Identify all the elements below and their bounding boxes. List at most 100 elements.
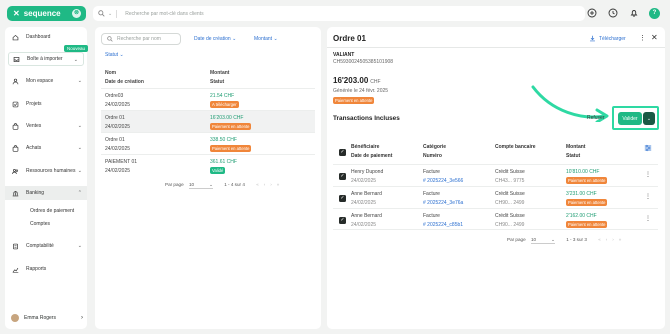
status-badge: Validé bbox=[210, 167, 226, 174]
col-bank: Compte bancaire bbox=[495, 144, 536, 150]
beneficiary: Henry Dupond bbox=[351, 169, 384, 175]
list-search-placeholder: Recherche par nom bbox=[117, 36, 161, 42]
payment-date: 24/02/2025 bbox=[351, 222, 377, 228]
validate-button[interactable]: Valider bbox=[618, 112, 642, 125]
download-button[interactable]: Télécharger bbox=[589, 35, 626, 42]
filter-date-dropdown[interactable]: Date de création ⌄ bbox=[194, 36, 236, 42]
sidebar-item-comptabilite[interactable]: Comptabilité ⌄ bbox=[5, 239, 87, 253]
help-avatar[interactable]: ? bbox=[649, 7, 660, 19]
status-filter-dropdown[interactable]: Statut ⌄ bbox=[105, 52, 124, 58]
order-amount: 338.50 CHF bbox=[210, 137, 237, 143]
row-menu-icon[interactable]: ⋮ bbox=[645, 215, 651, 222]
global-search[interactable]: ⌄ Recherche par mot-clé dans clients bbox=[93, 6, 585, 21]
refuse-button[interactable]: Refuser bbox=[583, 112, 609, 124]
brand-name: sequence bbox=[23, 9, 61, 18]
invoice-link[interactable]: # 2025224_3e566 bbox=[423, 178, 463, 184]
chevron-right-icon: › bbox=[81, 315, 83, 321]
validate-options-button[interactable]: ⌄ bbox=[643, 112, 655, 125]
close-icon[interactable]: ✕ bbox=[651, 33, 658, 42]
row-menu-icon[interactable]: ⋮ bbox=[645, 193, 651, 200]
select-all-checkbox[interactable]: ✓ bbox=[339, 149, 346, 156]
chevron-down-icon: ⌄ bbox=[73, 57, 78, 63]
list-item[interactable]: Ordre03 24/02/2025 21.54 CHF A télécharg… bbox=[101, 88, 315, 110]
checkbox-icon bbox=[11, 100, 19, 108]
workspace-switch-icon[interactable]: ⊗ bbox=[72, 9, 81, 18]
list-item[interactable]: Ordre 01 24/02/2025 338.50 CHF Paiement … bbox=[101, 132, 315, 154]
category: Facture bbox=[423, 191, 440, 197]
row-checkbox[interactable]: ✓ bbox=[339, 195, 346, 202]
row-checkbox[interactable]: ✓ bbox=[339, 217, 346, 224]
bag-icon bbox=[11, 122, 19, 130]
order-name: Ordre03 bbox=[105, 93, 124, 99]
sidebar-item-ressources-humaines[interactable]: Ressources humaines ⌄ bbox=[5, 164, 87, 178]
transactions-pagination: Par page 10 ⌄ 1 - 3 sur 3 «‹›» bbox=[507, 237, 626, 244]
sidebar-item-inbox[interactable]: Boîte à importer ⌄ bbox=[8, 52, 84, 66]
col-payment-date: Date de paiement bbox=[351, 153, 393, 159]
beneficiary: Anne Bernard bbox=[351, 213, 382, 219]
per-page-select[interactable]: 10 ⌄ bbox=[188, 182, 213, 189]
user-menu[interactable]: Emma Rogers › bbox=[11, 313, 83, 323]
order-total-value: 16'203.00 bbox=[333, 76, 369, 85]
more-options-icon[interactable]: ⋮ bbox=[639, 34, 646, 42]
sidebar-item-achats[interactable]: Achats ⌄ bbox=[5, 141, 87, 155]
status-badge: Paiement en attente bbox=[210, 145, 252, 152]
category: Facture bbox=[423, 213, 440, 219]
sidebar-item-dashboard[interactable]: Dashboard bbox=[5, 30, 87, 44]
person-icon bbox=[11, 77, 19, 85]
sidebar-subitem-comptes[interactable]: Comptes bbox=[30, 221, 50, 227]
table-row[interactable]: ✓ Anne Bernard 24/02/2025 Facture # 2025… bbox=[333, 208, 658, 230]
bell-icon[interactable] bbox=[628, 7, 640, 19]
sidebar-item-projets[interactable]: Projets bbox=[5, 97, 87, 111]
sidebar-item-label: Comptabilité bbox=[26, 243, 54, 249]
table-row[interactable]: ✓ Henry Dupond 24/02/2025 Facture # 2025… bbox=[333, 164, 658, 186]
list-item[interactable]: Ordre 01 24/02/2025 16'203.00 CHF Paieme… bbox=[101, 110, 315, 132]
per-page-label: Par page bbox=[507, 237, 526, 242]
sidebar-item-label: Banking bbox=[26, 190, 45, 196]
divider bbox=[327, 47, 665, 48]
beneficiary: Anne Bernard bbox=[351, 191, 382, 197]
page-range: 1 - 3 sur 3 bbox=[566, 237, 587, 242]
sidebar-subitem-ordres-de-paiement[interactable]: Ordres de paiement bbox=[30, 208, 74, 214]
sidebar-item-mon-espace[interactable]: Mon espace ⌄ bbox=[5, 74, 87, 88]
list-search-input[interactable]: Recherche par nom bbox=[101, 33, 181, 45]
chevron-down-icon: ⌄ bbox=[77, 168, 82, 174]
invoice-link[interactable]: # 2025224_c85b1 bbox=[423, 222, 463, 228]
row-checkbox[interactable]: ✓ bbox=[339, 173, 346, 180]
filter-amount-dropdown[interactable]: Montant ⌄ bbox=[254, 36, 278, 42]
transaction-amount: 3'231.00 CHF bbox=[566, 191, 597, 197]
sidebar-item-label: Mon espace bbox=[26, 78, 54, 84]
add-icon[interactable] bbox=[586, 7, 598, 19]
list-item[interactable]: PAIEMENT 01 24/02/2025 361.61 CHF Validé bbox=[101, 154, 315, 176]
people-icon bbox=[11, 167, 19, 175]
search-icon bbox=[98, 10, 105, 17]
order-name: PAIEMENT 01 bbox=[105, 159, 138, 165]
filter-date-label: Date de création bbox=[194, 36, 231, 42]
order-detail-panel: Ordre 01 Télécharger ⋮ ✕ VALIANT CH59300… bbox=[327, 27, 665, 329]
bag-icon bbox=[11, 144, 19, 152]
status-filter-label: Statut bbox=[105, 52, 119, 58]
sidebar-item-rapports[interactable]: Rapports bbox=[5, 262, 87, 276]
clock-icon[interactable] bbox=[607, 7, 619, 19]
sidebar-item-banking[interactable]: Banking ⌃ bbox=[5, 186, 87, 200]
pagination-arrows-icon[interactable]: «‹›» bbox=[256, 182, 284, 187]
invoice-link[interactable]: # 2025224_3e76a bbox=[423, 200, 463, 206]
order-date: 24/02/2025 bbox=[105, 146, 131, 152]
order-date: 24/02/2025 bbox=[105, 124, 131, 130]
chevron-down-icon[interactable]: ⌄ bbox=[108, 11, 112, 17]
col-number: Numéro bbox=[423, 153, 442, 159]
column-settings-icon[interactable] bbox=[644, 144, 652, 154]
brand-logo[interactable]: ✕ sequence ⊗ bbox=[7, 6, 86, 21]
download-label: Télécharger bbox=[599, 35, 626, 42]
order-name: Ordre 01 bbox=[105, 137, 125, 143]
col-status: Statut bbox=[566, 153, 581, 159]
chevron-down-icon: ⌄ bbox=[77, 123, 82, 129]
divider bbox=[116, 9, 118, 18]
pagination-arrows-icon[interactable]: «‹›» bbox=[598, 237, 626, 242]
chevron-down-icon: ⌄ bbox=[209, 182, 213, 187]
sidebar-item-ventes[interactable]: Ventes ⌄ bbox=[5, 119, 87, 133]
col-beneficiary: Bénéficiaire bbox=[351, 144, 380, 150]
chevron-down-icon: ⌄ bbox=[646, 115, 652, 122]
row-menu-icon[interactable]: ⋮ bbox=[645, 171, 651, 178]
table-row[interactable]: ✓ Anne Bernard 24/02/2025 Facture # 2025… bbox=[333, 186, 658, 208]
per-page-select[interactable]: 10 ⌄ bbox=[530, 237, 555, 244]
